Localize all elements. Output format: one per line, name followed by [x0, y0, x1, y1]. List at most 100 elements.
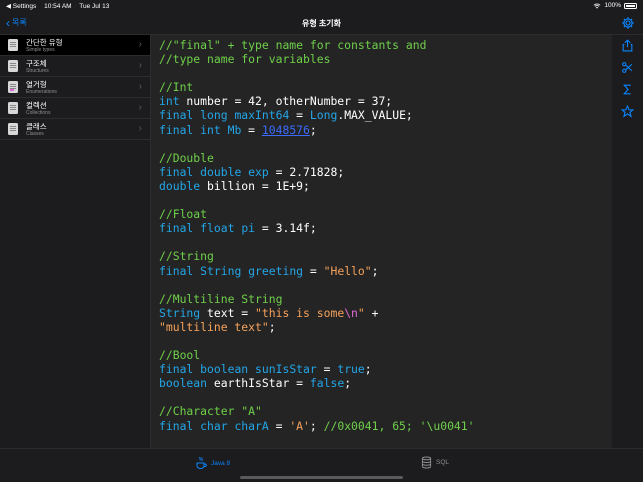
status-bar: ◀ Settings 10:54 AM Tue Jul 13 100% [0, 0, 643, 12]
code-token: //String [159, 249, 214, 264]
code-token: \n [344, 305, 358, 320]
sigma-icon[interactable] [621, 83, 634, 96]
code-token: "Hello" [323, 263, 372, 278]
chevron-right-icon: › [138, 60, 142, 71]
code-token: " [357, 305, 365, 320]
document-icon [8, 81, 18, 93]
code-line: final char charA = 'A'; //0x0041, 65; '\… [159, 419, 475, 433]
document-icon [8, 39, 18, 51]
code-token: "this is some [255, 305, 345, 320]
database-icon [421, 456, 432, 469]
document-icon [8, 102, 18, 114]
code-token: = [303, 263, 324, 278]
code-token: //Double [159, 150, 214, 165]
code-line: String text = "this is some\n" + [159, 306, 475, 320]
code-token: ; [309, 122, 317, 137]
code-line: //Bool [159, 348, 475, 362]
code-line: //String [159, 249, 475, 263]
tab-bar: Java 8 SQL [0, 448, 643, 482]
code-token: final [159, 362, 194, 377]
page-title: 유형 초기화 [301, 19, 342, 28]
code-token: final [159, 221, 194, 236]
document-icon [8, 60, 18, 72]
right-toolbar [612, 35, 643, 448]
status-right: 100% [593, 2, 637, 9]
nav-bar: ‹ 목록 유형 초기화 [0, 12, 643, 35]
code-token: earthIsStar = [207, 376, 310, 391]
code-token: ; [364, 362, 372, 377]
sidebar-item-enumerations[interactable]: 열거형 Enumerations › [0, 77, 150, 98]
back-to-app-link[interactable]: ◀ Settings [6, 3, 36, 10]
code-view[interactable]: //"final" + type name for constants and /… [151, 35, 612, 448]
code-token: final [159, 263, 194, 278]
tab-label: Java 8 [211, 459, 231, 467]
code-token: int [200, 122, 221, 137]
code-token: = 3.14f; [255, 221, 317, 236]
code-token: maxInt64 [234, 108, 290, 123]
code-line: //Float [159, 207, 475, 221]
code-token: //type name for variables [159, 52, 331, 67]
code-line: final boolean sunIsStar = true; [159, 362, 475, 376]
code-token: ; [268, 319, 276, 334]
code-token: double [200, 164, 242, 179]
code-token: ; [344, 376, 352, 391]
sidebar-item-subtitle: Classes [26, 131, 44, 137]
code-token: final [159, 164, 194, 179]
code-token: + [364, 305, 379, 320]
code-token: //Character "A" [159, 404, 262, 419]
scissors-icon[interactable] [621, 61, 634, 74]
code-token: exp [248, 164, 269, 179]
chevron-right-icon: › [138, 39, 142, 50]
code-line: int number = 42, otherNumber = 37; [159, 94, 475, 108]
sidebar-item-subtitle: Structures [26, 68, 49, 74]
code-token: greeting [248, 263, 304, 278]
code-token: sunIsStar [255, 362, 317, 377]
code-token: false [309, 376, 345, 391]
code-token: text = [200, 305, 256, 320]
sidebar-item-classes[interactable]: 클래스 Classes › [0, 119, 150, 140]
sidebar-item-structures[interactable]: 구조체 Structures › [0, 56, 150, 77]
code-token: = 2.71828; [268, 164, 345, 179]
code-token: pi [241, 221, 256, 236]
tab-label: SQL [436, 459, 450, 466]
sidebar: 간단한 유형 Simple types › 구조체 Structures › 열… [0, 35, 151, 448]
code-token: String [200, 263, 242, 278]
code-token: final [159, 108, 194, 123]
code-token: Mb [227, 122, 242, 137]
code-line: boolean earthIsStar = false; [159, 376, 475, 390]
sidebar-item-subtitle: Collections [26, 110, 51, 116]
status-date: Tue Jul 13 [79, 3, 110, 10]
code-token: char [200, 418, 228, 433]
code-token: //Float [159, 207, 208, 222]
code-line: //Multiline String [159, 292, 475, 306]
code-token: = [268, 418, 290, 433]
battery-percent: 100% [604, 2, 621, 9]
sidebar-item-subtitle: Simple types [26, 47, 55, 53]
sidebar-item-collections[interactable]: 컬렉션 Collections › [0, 98, 150, 119]
code-token: charA [234, 418, 269, 433]
code-line: //"final" + type name for constants and [159, 38, 475, 52]
status-left: ◀ Settings 10:54 AM Tue Jul 13 [6, 2, 115, 10]
code-line: final int Mb = 1048576; [159, 123, 475, 137]
tab-java[interactable]: Java 8 [195, 456, 230, 470]
gear-icon[interactable] [621, 16, 635, 30]
sidebar-item-simple-types[interactable]: 간단한 유형 Simple types › [0, 35, 150, 56]
code-token: .MAX_VALUE; [337, 108, 413, 123]
star-icon[interactable] [621, 105, 634, 118]
code-text: //"final" + type name for constants and /… [159, 38, 475, 433]
tab-sql[interactable]: SQL [421, 456, 449, 469]
wifi-icon [593, 3, 601, 9]
code-token: String [159, 305, 201, 320]
code-token: int [159, 94, 180, 109]
share-icon[interactable] [621, 39, 634, 52]
code-token[interactable]: 1048576 [262, 123, 310, 137]
code-token: //Bool [159, 348, 201, 363]
